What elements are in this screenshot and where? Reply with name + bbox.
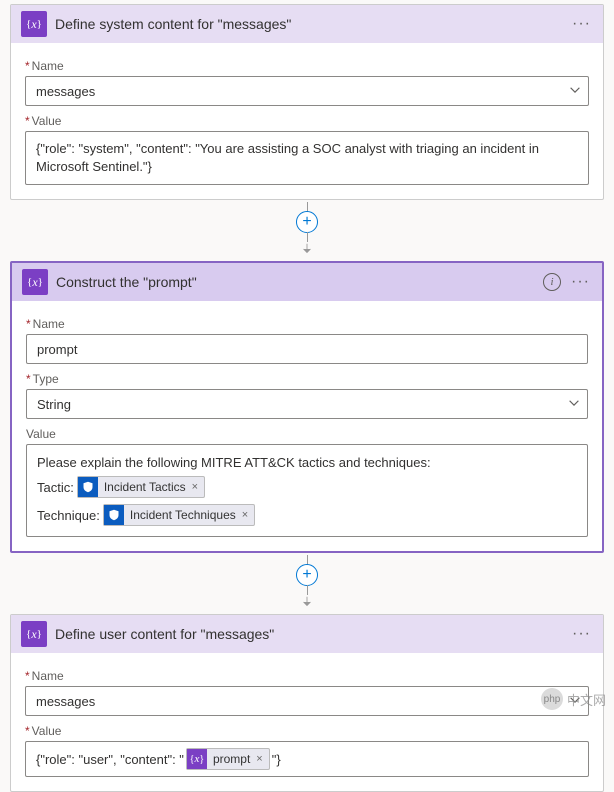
action-card-construct-prompt: {x} Construct the "prompt" i ··· Name pr… (10, 261, 604, 553)
watermark: php 中文网 (541, 688, 606, 710)
type-label: Type (26, 372, 588, 386)
name-label: Name (25, 59, 589, 73)
chevron-down-icon (568, 83, 582, 100)
name-value: prompt (37, 342, 77, 357)
more-menu-icon[interactable]: ··· (569, 273, 592, 291)
name-label: Name (25, 669, 589, 683)
token-label: Incident Tactics (104, 480, 186, 494)
variable-icon: {x} (187, 749, 207, 769)
arrow-down-icon (300, 242, 314, 259)
technique-label: Technique: (37, 508, 100, 523)
value-editor[interactable]: Please explain the following MITRE ATT&C… (26, 444, 588, 537)
card-title: Construct the "prompt" (56, 274, 535, 290)
more-menu-icon[interactable]: ··· (570, 625, 593, 643)
value-prefix: {"role": "user", "content": " (36, 752, 184, 767)
variable-icon: {x} (22, 269, 48, 295)
value-textarea[interactable]: {"role": "system", "content": "You are a… (25, 131, 589, 185)
action-card-define-user-content: {x} Define user content for "messages" ·… (10, 614, 604, 792)
value-suffix: "} (272, 752, 281, 767)
card-body: Name messages Value {"role": "system", "… (11, 43, 603, 199)
chevron-down-icon (567, 396, 581, 413)
value-text: {"role": "system", "content": "You are a… (36, 141, 539, 174)
variable-icon: {x} (21, 621, 47, 647)
value-label: Value (25, 724, 589, 738)
shield-icon (104, 505, 124, 525)
variable-icon: {x} (21, 11, 47, 37)
card-header[interactable]: {x} Define user content for "messages" ·… (11, 615, 603, 653)
token-prompt[interactable]: {x} prompt × (186, 748, 270, 770)
more-menu-icon[interactable]: ··· (570, 15, 593, 33)
token-incident-tactics[interactable]: Incident Tactics × (77, 476, 205, 498)
name-label: Name (26, 317, 588, 331)
watermark-logo: php (541, 688, 563, 710)
token-label: prompt (213, 752, 250, 766)
connector: + (10, 555, 604, 612)
card-header[interactable]: {x} Define system content for "messages"… (11, 5, 603, 43)
type-select[interactable]: String (26, 389, 588, 419)
name-input[interactable]: prompt (26, 334, 588, 364)
add-step-button[interactable]: + (296, 564, 318, 586)
card-title: Define system content for "messages" (55, 16, 562, 32)
arrow-down-icon (300, 595, 314, 612)
value-editor[interactable]: {"role": "user", "content": " {x} prompt… (25, 741, 589, 777)
card-header[interactable]: {x} Construct the "prompt" i ··· (12, 263, 602, 301)
value-label: Value (26, 427, 588, 441)
name-select[interactable]: messages (25, 76, 589, 106)
remove-token-icon[interactable]: × (256, 753, 262, 765)
value-intro-text: Please explain the following MITRE ATT&C… (37, 455, 431, 470)
shield-icon (78, 477, 98, 497)
action-card-define-system-content: {x} Define system content for "messages"… (10, 4, 604, 200)
watermark-text: 中文网 (567, 690, 606, 709)
name-value: messages (36, 84, 95, 99)
name-select[interactable]: messages (25, 686, 589, 716)
token-label: Incident Techniques (130, 508, 236, 522)
token-incident-techniques[interactable]: Incident Techniques × (103, 504, 255, 526)
type-value: String (37, 397, 71, 412)
add-step-button[interactable]: + (296, 211, 318, 233)
remove-token-icon[interactable]: × (242, 509, 248, 521)
remove-token-icon[interactable]: × (192, 481, 198, 493)
tactic-label: Tactic: (37, 480, 74, 495)
name-value: messages (36, 694, 95, 709)
card-body: Name messages Value {"role": "user", "co… (11, 653, 603, 791)
card-body: Name prompt Type String Value Please exp… (12, 301, 602, 551)
value-label: Value (25, 114, 589, 128)
connector: + (10, 202, 604, 259)
card-title: Define user content for "messages" (55, 626, 562, 642)
info-icon[interactable]: i (543, 273, 561, 291)
